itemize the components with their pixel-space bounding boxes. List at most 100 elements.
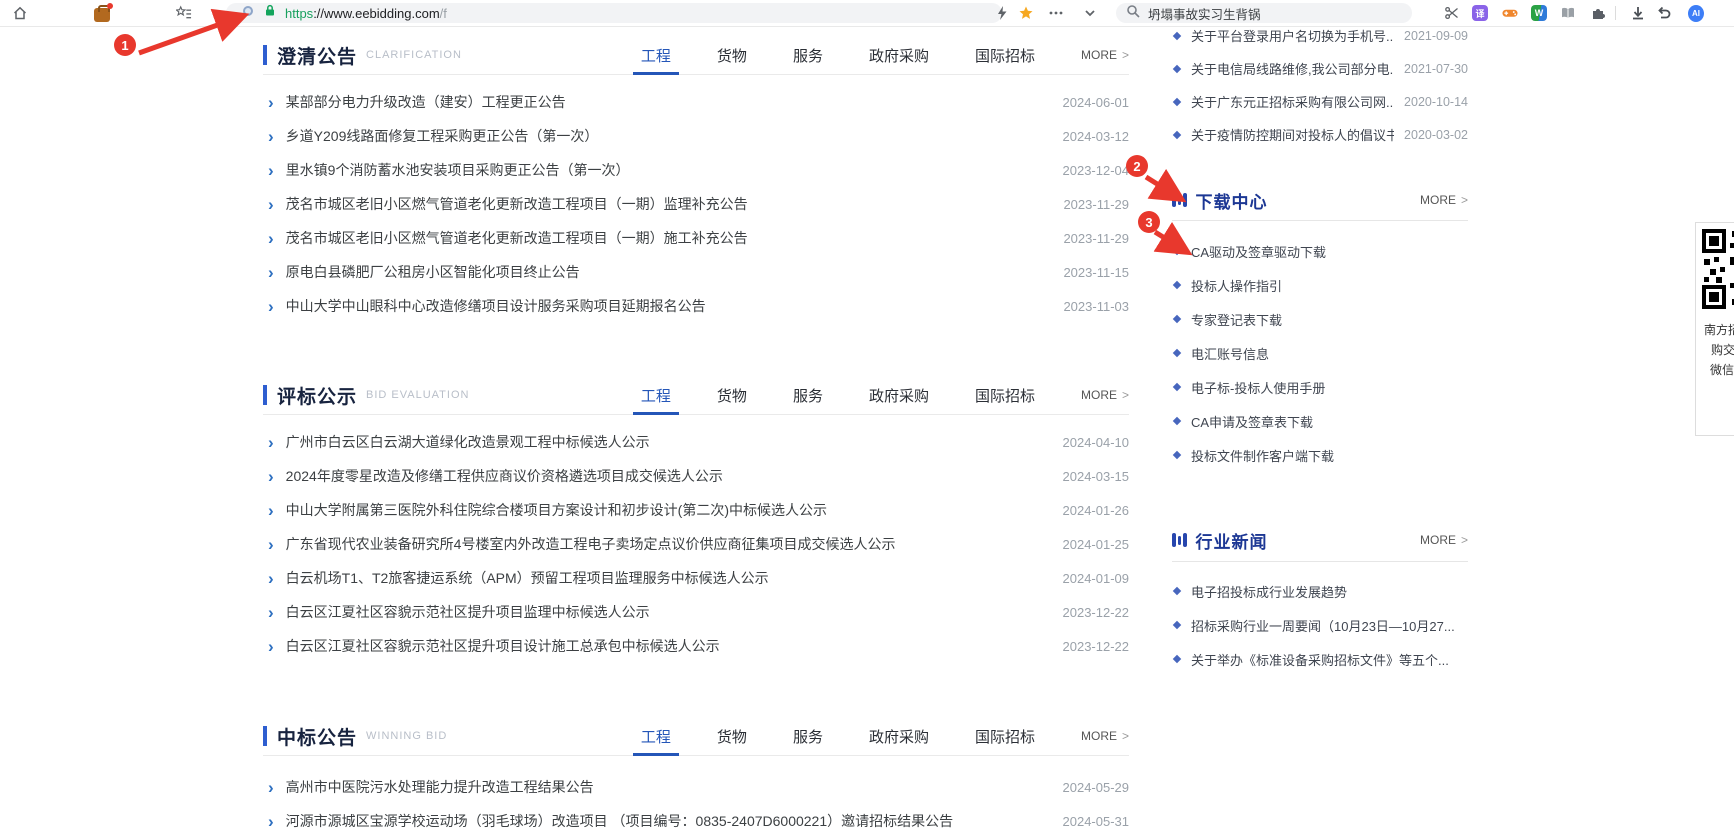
sidebar-list-item[interactable]: 关于电信局线路维修,我公司部分电... 2021-07-30 — [1172, 52, 1468, 85]
wps-icon[interactable]: W — [1531, 5, 1547, 21]
search-box[interactable]: 坍塌事故实习生背锅 — [1116, 3, 1412, 23]
sidebar-item-title[interactable]: 关于举办《标准设备采购招标文件》等五个... — [1191, 650, 1449, 669]
announcement-row[interactable]: › 里水镇9个消防蓄水池安装项目采购更正公告（第一次） 2023-12-04 — [263, 153, 1129, 187]
book-icon[interactable] — [1560, 5, 1576, 21]
sidebar-item-title[interactable]: 投标人操作指引 — [1191, 276, 1282, 295]
announcement-row[interactable]: › 广州市白云区白云湖大道绿化改造景观工程中标候选人公示 2024-04-10 — [263, 425, 1129, 459]
sidebar-item-title[interactable]: 关于疫情防控期间对投标人的倡议书 — [1191, 125, 1394, 144]
announcement-title[interactable]: 原电白县磷肥厂公租房小区智能化项目终止公告 — [286, 262, 580, 282]
sidebar-list-item[interactable]: CA申请及签章表下载 — [1172, 404, 1468, 438]
tab-goods[interactable]: 货物 — [717, 36, 747, 74]
sidebar-item-title[interactable]: 电子招投标成行业发展趋势 — [1191, 582, 1347, 601]
undo-icon[interactable] — [1656, 5, 1672, 21]
tab-international-bidding[interactable]: 国际招标 — [975, 376, 1035, 414]
search-hot-text[interactable]: 坍塌事故实习生背锅 — [1148, 4, 1261, 23]
sidebar-item-title[interactable]: 关于电信局线路维修,我公司部分电... — [1191, 59, 1394, 78]
announcement-title[interactable]: 乡道Y209线路面修复工程采购更正公告（第一次） — [286, 126, 599, 146]
bookmark-star-icon[interactable] — [1018, 5, 1034, 21]
tab-government-procurement[interactable]: 政府采购 — [869, 717, 929, 755]
announcement-title[interactable]: 广东省现代农业装备研究所4号楼室内外改造工程电子卖场定点议价供应商征集项目成交候… — [286, 534, 896, 554]
announcement-title[interactable]: 白云区江夏社区容貌示范社区提升项目监理中标候选人公示 — [286, 602, 650, 622]
announcement-title[interactable]: 高州市中医院污水处理能力提升改造工程结果公告 — [286, 777, 594, 797]
announcement-row[interactable]: › 2024年度零星改造及修缮工程供应商议价资格遴选项目成交候选人公示 2024… — [263, 459, 1129, 493]
sidebar-item-title[interactable]: 投标文件制作客户端下载 — [1191, 446, 1334, 465]
sidebar-item-title[interactable]: CA驱动及签章驱动下载 — [1191, 242, 1326, 261]
announcement-row[interactable]: › 中山大学附属第三医院外科住院综合楼项目方案设计和初步设计(第二次)中标候选人… — [263, 493, 1129, 527]
tab-government-procurement[interactable]: 政府采购 — [869, 36, 929, 74]
ai-assistant-icon[interactable]: AI — [1688, 5, 1704, 21]
announcement-row[interactable]: › 茂名市城区老旧小区燃气管道老化更新改造工程项目（一期）监理补充公告 2023… — [263, 187, 1129, 221]
lightning-icon[interactable] — [994, 5, 1010, 21]
more-link[interactable]: MORE> — [1420, 193, 1468, 207]
sidebar-item-title[interactable]: 招标采购行业一周要闻（10月23日—10月27... — [1191, 616, 1455, 635]
announcement-row[interactable]: › 白云区江夏社区容貌示范社区提升项目设计施工总承包中标候选人公示 2023-1… — [263, 629, 1129, 663]
bookmarks-list-icon[interactable] — [176, 5, 192, 21]
sidebar-item-title[interactable]: 电汇账号信息 — [1191, 344, 1269, 363]
sidebar-list-item[interactable]: 电子招投标成行业发展趋势 — [1172, 574, 1468, 608]
sidebar-item-title[interactable]: 电子标-投标人使用手册 — [1191, 378, 1325, 397]
home-icon[interactable] — [12, 5, 28, 21]
more-link[interactable]: MORE> — [1420, 533, 1468, 547]
announcement-title[interactable]: 广州市白云区白云湖大道绿化改造景观工程中标候选人公示 — [286, 432, 650, 452]
sidebar-list-item[interactable]: 关于广东元正招标采购有限公司网... 2020-10-14 — [1172, 85, 1468, 118]
tab-international-bidding[interactable]: 国际招标 — [975, 36, 1035, 74]
scissors-icon[interactable] — [1444, 5, 1460, 21]
chevron-down-icon[interactable] — [1082, 5, 1098, 21]
briefcase-icon[interactable] — [94, 5, 110, 21]
announcement-title[interactable]: 中山大学中山眼科中心改造修缮项目设计服务采购项目延期报名公告 — [286, 296, 706, 316]
announcement-title[interactable]: 茂名市城区老旧小区燃气管道老化更新改造工程项目（一期）监理补充公告 — [286, 194, 748, 214]
address-bar[interactable]: https://www.eebidding.com/f — [226, 3, 1002, 23]
announcement-row[interactable]: › 原电白县磷肥厂公租房小区智能化项目终止公告 2023-11-15 — [263, 255, 1129, 289]
announcement-row[interactable]: › 广东省现代农业装备研究所4号楼室内外改造工程电子卖场定点议价供应商征集项目成… — [263, 527, 1129, 561]
tab-services[interactable]: 服务 — [793, 376, 823, 414]
sidebar-item-title[interactable]: CA申请及签章表下载 — [1191, 412, 1313, 431]
gamepad-icon[interactable] — [1502, 5, 1518, 21]
tab-services[interactable]: 服务 — [793, 717, 823, 755]
sidebar-list-item[interactable]: 投标文件制作客户端下载 — [1172, 438, 1468, 472]
sidebar-list-item[interactable]: 关于举办《标准设备采购招标文件》等五个... — [1172, 642, 1468, 676]
reader-mode-icon[interactable] — [242, 4, 254, 22]
lock-icon[interactable] — [264, 4, 276, 22]
announcement-row[interactable]: › 河源市源城区宝源学校运动场（羽毛球场）改造项目 （项目编号：0835-240… — [263, 804, 1129, 838]
tab-goods[interactable]: 货物 — [717, 376, 747, 414]
sidebar-item-title[interactable]: 关于平台登录用户名切换为手机号... — [1191, 26, 1394, 45]
tab-engineering[interactable]: 工程 — [641, 717, 671, 755]
announcement-title[interactable]: 2024年度零星改造及修缮工程供应商议价资格遴选项目成交候选人公示 — [286, 466, 723, 486]
announcement-row[interactable]: › 茂名市城区老旧小区燃气管道老化更新改造工程项目（一期）施工补充公告 2023… — [263, 221, 1129, 255]
announcement-title[interactable]: 里水镇9个消防蓄水池安装项目采购更正公告（第一次） — [286, 160, 630, 180]
announcement-title[interactable]: 茂名市城区老旧小区燃气管道老化更新改造工程项目（一期）施工补充公告 — [286, 228, 748, 248]
more-link[interactable]: MORE> — [1081, 729, 1129, 743]
announcement-row[interactable]: › 白云区江夏社区容貌示范社区提升项目监理中标候选人公示 2023-12-22 — [263, 595, 1129, 629]
sidebar-list-item[interactable]: 电汇账号信息 — [1172, 336, 1468, 370]
download-icon[interactable] — [1630, 5, 1646, 21]
announcement-row[interactable]: › 某部部分电力升级改造（建安）工程更正公告 2024-06-01 — [263, 85, 1129, 119]
sidebar-item-title[interactable]: 关于广东元正招标采购有限公司网... — [1191, 92, 1394, 111]
translate-icon[interactable]: 译 — [1472, 5, 1488, 21]
sidebar-list-item[interactable]: 电子标-投标人使用手册 — [1172, 370, 1468, 404]
sidebar-list-item[interactable]: 专家登记表下载 — [1172, 302, 1468, 336]
announcement-row[interactable]: › 白云机场T1、T2旅客捷运系统（APM）预留工程项目监理服务中标候选人公示 … — [263, 561, 1129, 595]
sidebar-list-item[interactable]: 关于疫情防控期间对投标人的倡议书 2020-03-02 — [1172, 118, 1468, 151]
tab-services[interactable]: 服务 — [793, 36, 823, 74]
more-options-icon[interactable] — [1048, 5, 1064, 21]
sidebar-list-item[interactable]: 招标采购行业一周要闻（10月23日—10月27... — [1172, 608, 1468, 642]
tab-engineering[interactable]: 工程 — [641, 36, 671, 74]
sidebar-list-item[interactable]: CA驱动及签章驱动下载 — [1172, 234, 1468, 268]
more-link[interactable]: MORE> — [1081, 48, 1129, 62]
announcement-row[interactable]: › 乡道Y209线路面修复工程采购更正公告（第一次） 2024-03-12 — [263, 119, 1129, 153]
announcement-row[interactable]: › 中山大学中山眼科中心改造修缮项目设计服务采购项目延期报名公告 2023-11… — [263, 289, 1129, 323]
announcement-title[interactable]: 河源市源城区宝源学校运动场（羽毛球场）改造项目 （项目编号：0835-2407D… — [286, 811, 953, 831]
tab-goods[interactable]: 货物 — [717, 717, 747, 755]
puzzle-icon[interactable] — [1590, 5, 1606, 21]
announcement-title[interactable]: 中山大学附属第三医院外科住院综合楼项目方案设计和初步设计(第二次)中标候选人公示 — [286, 500, 827, 520]
tab-government-procurement[interactable]: 政府采购 — [869, 376, 929, 414]
announcement-title[interactable]: 白云机场T1、T2旅客捷运系统（APM）预留工程项目监理服务中标候选人公示 — [286, 568, 769, 588]
tab-engineering[interactable]: 工程 — [641, 376, 671, 414]
announcement-title[interactable]: 白云区江夏社区容貌示范社区提升项目设计施工总承包中标候选人公示 — [286, 636, 720, 656]
announcement-row[interactable]: › 高州市中医院污水处理能力提升改造工程结果公告 2024-05-29 — [263, 770, 1129, 804]
tab-international-bidding[interactable]: 国际招标 — [975, 717, 1035, 755]
sidebar-item-title[interactable]: 专家登记表下载 — [1191, 310, 1282, 329]
url-text[interactable]: https://www.eebidding.com/f — [285, 6, 447, 21]
more-link[interactable]: MORE> — [1081, 388, 1129, 402]
announcement-title[interactable]: 某部部分电力升级改造（建安）工程更正公告 — [286, 92, 566, 112]
